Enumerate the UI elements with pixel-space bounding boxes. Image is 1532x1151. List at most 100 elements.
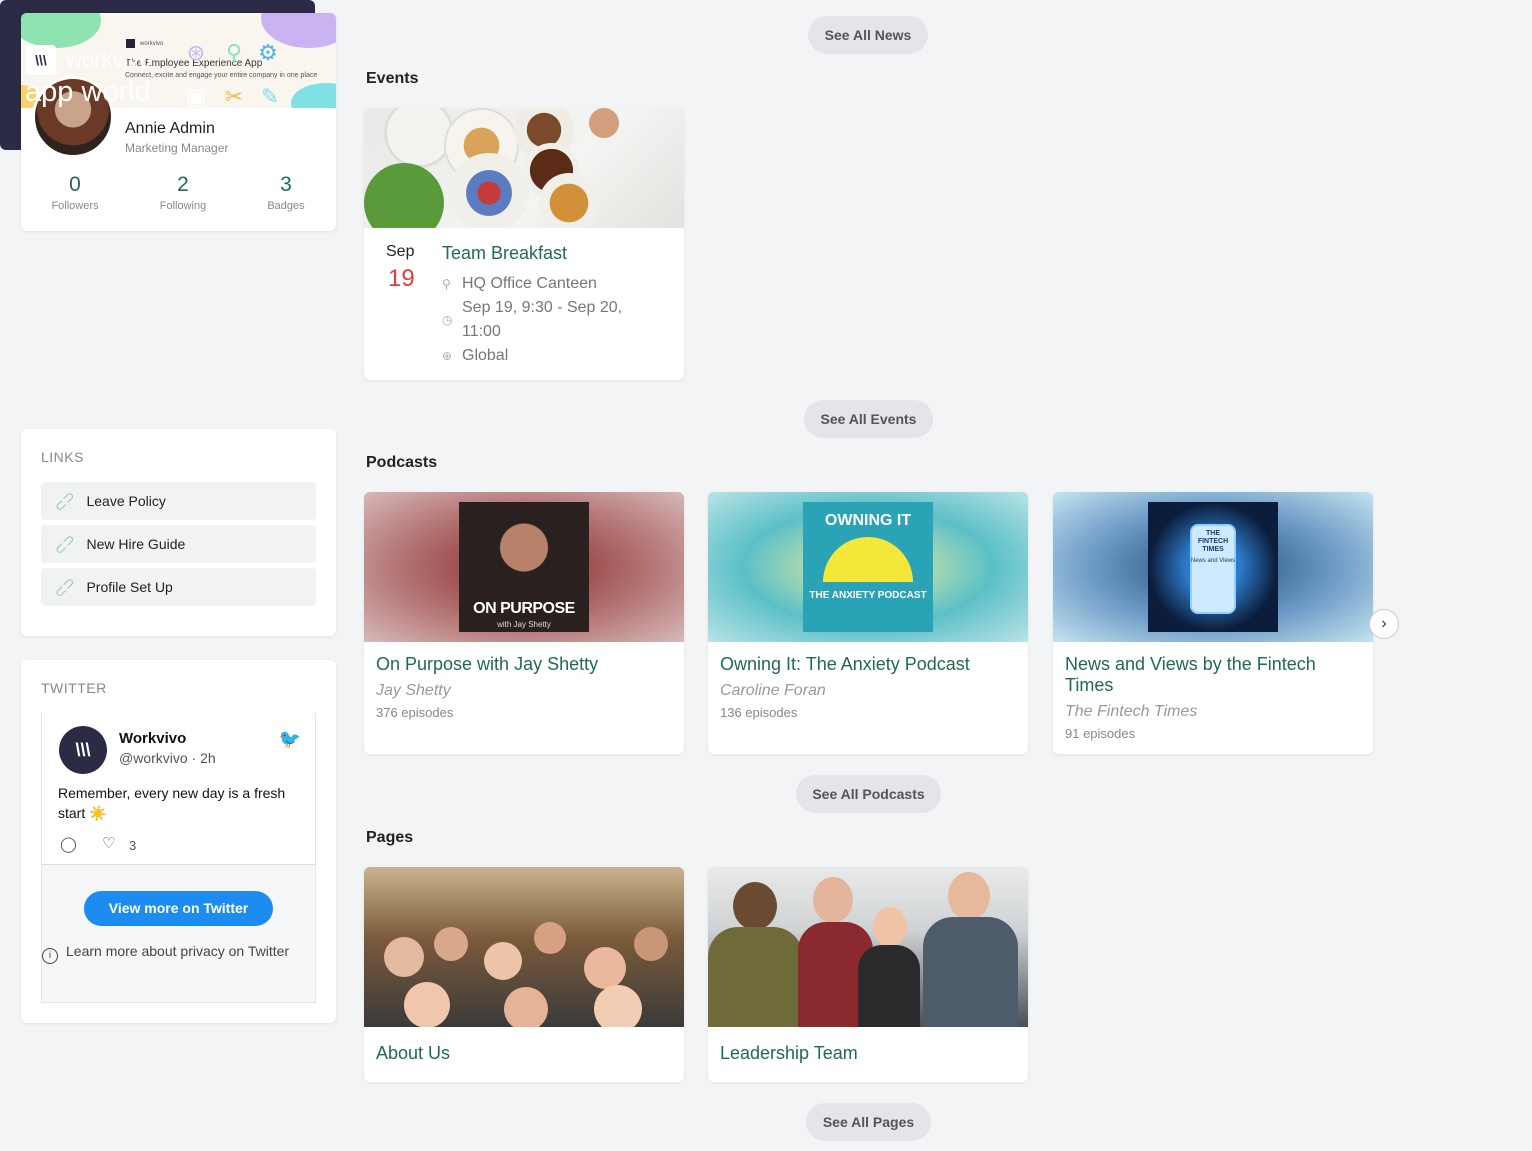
twitter-bird-icon[interactable]: 🐦 (279, 729, 301, 750)
aperture-icon: ⊛ (186, 40, 206, 65)
podcast-episodes: 376 episodes (376, 705, 454, 720)
heart-icon[interactable]: ♡ (102, 834, 115, 852)
stat-label: Followers (51, 200, 99, 212)
twitter-heading: TWITTER (41, 680, 107, 696)
link-label: Profile Set Up (86, 579, 173, 595)
stat-value: 2 (177, 173, 189, 196)
globe-icon: ⊕ (442, 349, 453, 363)
privacy-text: Learn more about privacy on Twitter (66, 943, 290, 959)
reply-icon[interactable]: ◯ (60, 835, 77, 853)
links-card: LINKS ⊂⊃ Leave Policy ⊂⊃ New Hire Guide … (21, 429, 336, 636)
banner-subtitle: Connect, excite and engage your entire c… (125, 72, 318, 79)
carousel-next-button[interactable]: › (1369, 609, 1399, 639)
app-world-brand: workvivo (66, 47, 152, 72)
event-month: Sep (386, 243, 415, 260)
profile-name[interactable]: Annie Admin (125, 120, 215, 138)
podcast-card-owning-it[interactable]: OWNING IT THE ANXIETY PODCAST Owning It:… (708, 492, 1028, 754)
podcasts-heading: Podcasts (366, 454, 438, 471)
page-title[interactable]: About Us (376, 1043, 450, 1064)
podcast-card-on-purpose[interactable]: ON PURPOSE with Jay Shetty On Purpose wi… (364, 492, 684, 754)
page-title[interactable]: Leadership Team (720, 1043, 858, 1064)
event-card-team-breakfast[interactable]: Sep 19 Team Breakfast ⚲ HQ Office Cantee… (364, 108, 684, 380)
chevron-right-icon: › (1381, 615, 1387, 632)
event-day: 19 (388, 265, 415, 292)
podcast-cover-subtitle: News and Views (1190, 558, 1236, 564)
location-pin-icon: ⚲ (442, 277, 451, 291)
see-all-pages-button[interactable]: See All Pages (806, 1103, 931, 1141)
podcast-cover: OWNING IT THE ANXIETY PODCAST (803, 502, 933, 632)
event-location-text: HQ Office Canteen (462, 275, 597, 292)
tweet-text: Remember, every new day is a fresh start… (58, 785, 286, 821)
document-edit-icon: ✎ (260, 84, 280, 109)
stat-following[interactable]: 2 Following (143, 173, 223, 212)
twitter-embed: \\\ Workvivo @workvivo · 2h 🐦 Remember, … (41, 713, 316, 1003)
event-time-text: Sep 19, 9:30 - Sep 20, 11:00 (462, 299, 623, 340)
podcast-cover-title: THE FINTECH TIMES (1197, 530, 1229, 553)
page-card-leadership-team[interactable]: Leadership Team (708, 867, 1028, 1082)
see-all-news-button[interactable]: See All News (808, 16, 928, 54)
tweet-account-name[interactable]: Workvivo (119, 730, 186, 747)
page-image (364, 867, 684, 1027)
event-audience-text: Global (462, 347, 509, 364)
briefcase-icon: ▣ (185, 84, 207, 109)
stat-value: 3 (280, 173, 292, 196)
umbrella-icon (823, 537, 913, 582)
podcast-cover-title: OWNING IT (824, 512, 912, 529)
clock-icon: ◷ (442, 313, 453, 327)
see-all-podcasts-button[interactable]: See All Podcasts (796, 775, 941, 813)
profile-card: workvivo The Employee Experience App Con… (21, 13, 336, 231)
podcast-author: Jay Shetty (376, 682, 451, 699)
events-heading: Events (366, 70, 419, 87)
podcast-title[interactable]: News and Views by the Fintech Times (1065, 654, 1361, 696)
pages-heading: Pages (366, 829, 414, 846)
gear-icon: ⚙ (258, 40, 278, 65)
podcast-author: Caroline Foran (720, 682, 826, 699)
twitter-card: TWITTER \\\ Workvivo @workvivo · 2h 🐦 Re… (21, 660, 336, 1023)
tweet[interactable]: \\\ Workvivo @workvivo · 2h 🐦 Remember, … (42, 713, 315, 865)
links-heading: LINKS (41, 449, 84, 465)
podcast-card-fintech-times[interactable]: THE FINTECH TIMES News and Views News an… (1053, 492, 1373, 754)
podcast-cover-subtitle: with Jay Shetty (497, 620, 551, 629)
stat-followers[interactable]: 0 Followers (35, 173, 115, 212)
tweet-handle[interactable]: @workvivo · 2h (119, 750, 216, 766)
event-title[interactable]: Team Breakfast (442, 243, 567, 264)
link-icon: ⊂⊃ (50, 572, 79, 601)
event-image (364, 108, 684, 228)
twitter-privacy-link[interactable]: i Learn more about privacy on Twitter (42, 941, 302, 964)
banner-brand: workvivo (140, 40, 164, 47)
link-icon: ⊂⊃ (50, 486, 79, 515)
podcast-cover-subtitle: THE ANXIETY PODCAST (809, 590, 927, 601)
link-item-new-hire-guide[interactable]: ⊂⊃ New Hire Guide (41, 525, 316, 563)
event-location: ⚲ HQ Office Canteen (442, 272, 597, 296)
podcast-episodes: 91 episodes (1065, 726, 1136, 741)
link-item-profile-set-up[interactable]: ⊂⊃ Profile Set Up (41, 568, 316, 606)
stat-label: Badges (267, 200, 305, 212)
podcast-author: The Fintech Times (1065, 703, 1198, 720)
magnifier-icon: ⚲ (225, 40, 243, 65)
podcast-title[interactable]: Owning It: The Anxiety Podcast (720, 654, 1016, 675)
tweet-avatar[interactable]: \\\ (59, 726, 107, 774)
workvivo-logo-icon: \\\ (26, 45, 56, 75)
link-item-leave-policy[interactable]: ⊂⊃ Leave Policy (41, 482, 316, 520)
podcast-cover: ON PURPOSE with Jay Shetty (459, 502, 589, 632)
see-all-events-button[interactable]: See All Events (804, 400, 933, 438)
link-label: New Hire Guide (86, 536, 186, 552)
podcast-cover-title: ON PURPOSE (473, 600, 575, 617)
page-image (708, 867, 1028, 1027)
view-more-on-twitter-button[interactable]: View more on Twitter (84, 891, 273, 926)
podcast-episodes: 136 episodes (720, 705, 798, 720)
app-world-title: app world (25, 76, 151, 108)
link-icon: ⊂⊃ (50, 529, 79, 558)
stat-badges[interactable]: 3 Badges (246, 173, 326, 212)
podcast-title[interactable]: On Purpose with Jay Shetty (376, 654, 672, 675)
stat-value: 0 (69, 173, 81, 196)
info-icon: i (42, 948, 58, 964)
stat-label: Following (159, 200, 207, 212)
like-count: 3 (129, 838, 137, 853)
page-card-about-us[interactable]: About Us (364, 867, 684, 1082)
podcast-cover: THE FINTECH TIMES News and Views (1148, 502, 1278, 632)
event-time: ◷ Sep 19, 9:30 - Sep 20, 11:00 (442, 296, 662, 344)
profile-role: Marketing Manager (125, 141, 229, 155)
link-label: Leave Policy (86, 493, 166, 509)
event-audience: ⊕ Global (442, 344, 508, 368)
